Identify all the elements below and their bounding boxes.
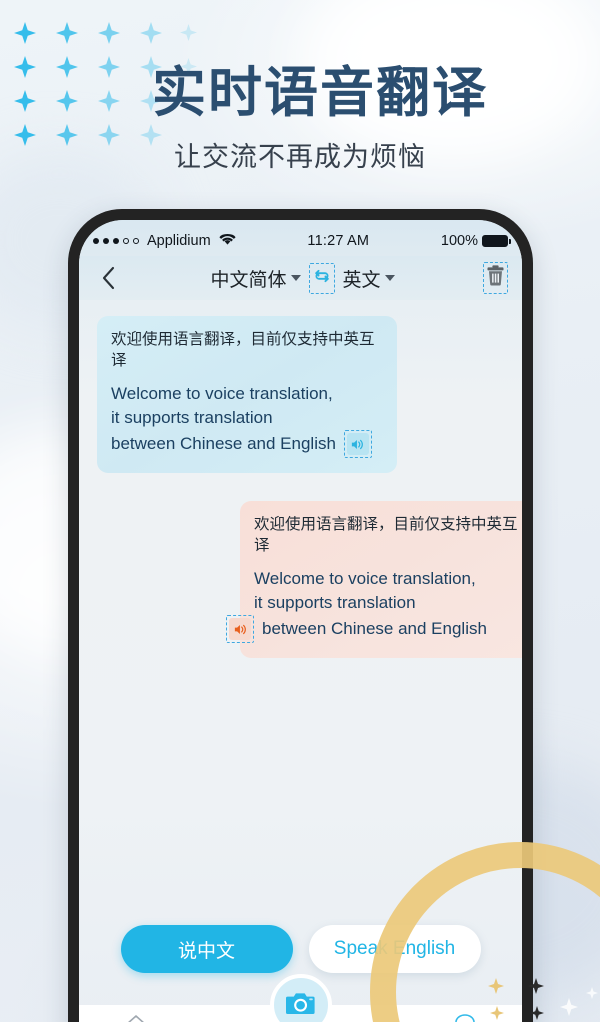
source-language-label: 中文简体: [210, 269, 287, 291]
message-bubble-target[interactable]: 欢迎使用语言翻译，目前仅支持中英互译 Welcome to voice tran…: [226, 501, 522, 658]
message-english-text: Welcome to voice translation, it support…: [111, 382, 383, 458]
speaker-wave-icon: [346, 433, 369, 455]
play-audio-button-source[interactable]: [343, 430, 372, 458]
gold-sparkle-icon: [530, 1006, 544, 1020]
white-sparkle-icon: [560, 998, 578, 1016]
battery-icon: [482, 235, 512, 247]
nav-bar: 中文简体 英文: [79, 256, 522, 300]
trash-icon: [486, 265, 505, 291]
message-chinese-text: 欢迎使用语言翻译，目前仅支持中英互译: [111, 331, 375, 369]
camera-icon: [285, 990, 316, 1021]
home-icon[interactable]: [125, 1013, 147, 1022]
caret-down-icon: [290, 275, 301, 281]
message-bubble-source[interactable]: 欢迎使用语言翻译，目前仅支持中英互译 Welcome to voice tran…: [97, 316, 397, 473]
play-audio-button-target[interactable]: [226, 615, 254, 643]
battery-percent-label: 100%: [440, 233, 478, 249]
message-english-text: Welcome to voice translation, it support…: [226, 567, 522, 643]
message-english-line: it supports translation: [254, 593, 416, 612]
signal-dot-empty: [133, 238, 139, 244]
status-bar-left: Applidium: [93, 233, 236, 250]
message-english-line: it supports translation: [111, 408, 273, 427]
status-bar-right: 100%: [440, 233, 512, 249]
back-button[interactable]: [91, 266, 125, 290]
message-english-last-line-row: between Chinese and English: [111, 430, 383, 458]
sparkle-icon: [98, 22, 120, 44]
speak-chinese-button[interactable]: 说中文: [120, 925, 293, 973]
target-language-selector[interactable]: 英文: [343, 265, 395, 292]
white-sparkle-icon: [586, 986, 598, 999]
signal-dot-filled: [103, 238, 109, 244]
swap-arrows-icon: [312, 266, 332, 291]
message-english-line: Welcome to voice translation,: [254, 569, 476, 588]
status-bar-clock: 11:27 AM: [307, 233, 370, 249]
sparkle-icon: [14, 22, 36, 44]
target-language-label: 英文: [342, 269, 381, 291]
message-english-last-line-row: between Chinese and English: [226, 615, 522, 643]
message-chinese-text: 欢迎使用语言翻译，目前仅支持中英互译: [254, 516, 518, 554]
sparkle-icon: [140, 22, 162, 44]
signal-dot-filled: [113, 238, 119, 244]
signal-dot-empty: [123, 238, 129, 244]
signal-dot-filled: [93, 238, 99, 244]
page-title: 实时语音翻译: [152, 63, 488, 123]
message-english-line: between Chinese and English: [111, 434, 336, 453]
source-language-selector[interactable]: 中文简体: [210, 265, 301, 292]
promo-screenshot: 实时语音翻译 让交流不再成为烦恼 Applidium 11:27 AM 100%…: [0, 0, 600, 1022]
gold-sparkle-icon: [528, 978, 544, 994]
gold-sparkle-icon: [488, 978, 504, 994]
sparkle-icon: [180, 24, 197, 41]
speaker-wave-icon: [229, 618, 251, 640]
trash-selection-box: [482, 262, 508, 294]
promo-header: 实时语音翻译 让交流不再成为烦恼: [0, 0, 600, 200]
message-english-line: Welcome to voice translation,: [111, 384, 333, 403]
carrier-label: Applidium: [147, 233, 211, 249]
camera-translate-button[interactable]: [269, 974, 332, 1022]
swap-languages-button[interactable]: [308, 262, 335, 294]
caret-down-icon: [384, 275, 395, 281]
gold-sparkle-icon: [490, 1006, 504, 1020]
status-bar: Applidium 11:27 AM 100%: [79, 220, 522, 256]
message-english-line: between Chinese and English: [262, 619, 487, 638]
page-subtitle: 让交流不再成为烦恼: [174, 142, 426, 172]
clear-history-button[interactable]: [480, 262, 510, 294]
sparkle-icon: [56, 22, 78, 44]
wifi-icon: [219, 233, 236, 250]
language-selector-row: 中文简体 英文: [125, 262, 480, 294]
conversation-list: 欢迎使用语言翻译，目前仅支持中英互译 Welcome to voice tran…: [79, 300, 522, 919]
